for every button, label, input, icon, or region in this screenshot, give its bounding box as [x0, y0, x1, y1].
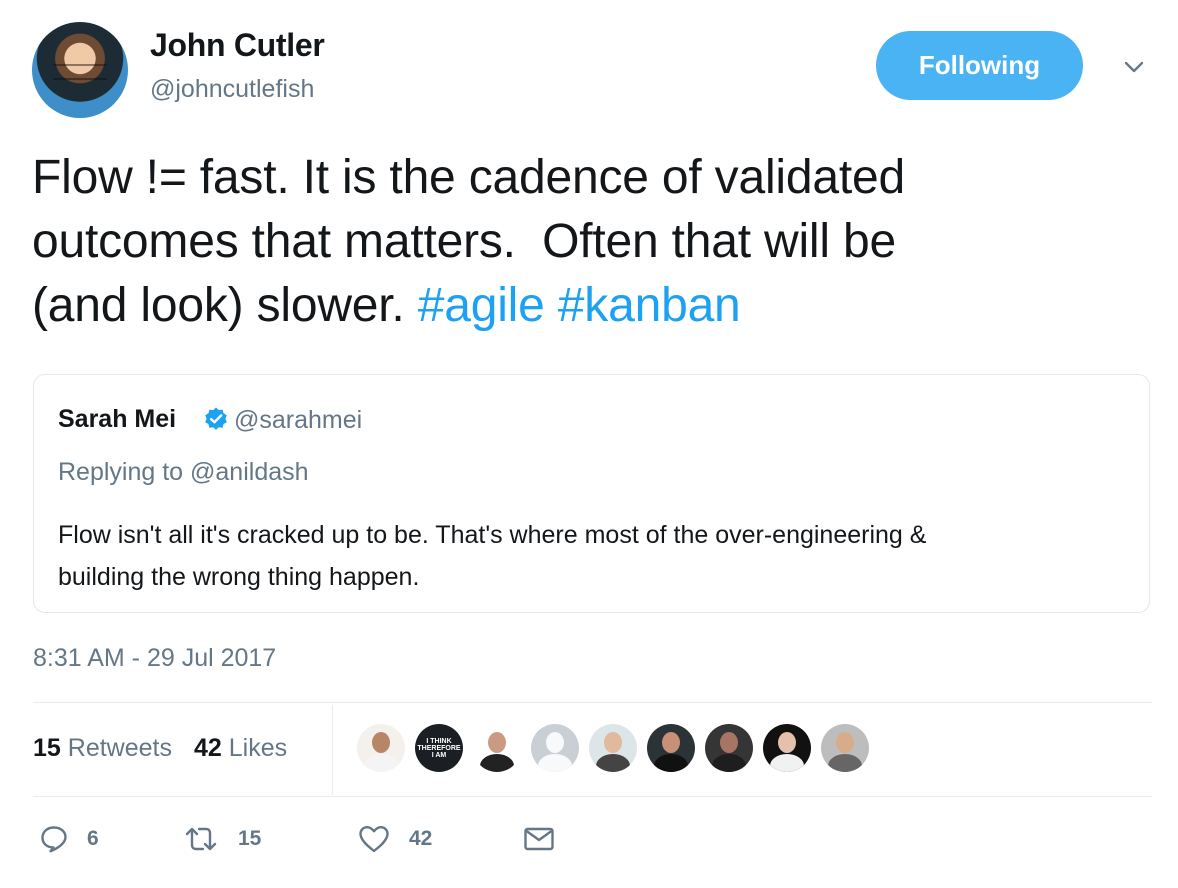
likes-stat[interactable]: 42 Likes — [194, 734, 287, 763]
tweet-actions: 6 15 42 — [39, 824, 579, 864]
tweet-timestamp[interactable]: 8:31 AM - 29 Jul 2017 — [33, 644, 276, 673]
likers-avatars: I THINK THEREFORE I AM — [357, 724, 869, 772]
author-handle[interactable]: @johncutlefish — [150, 75, 314, 104]
stats-vertical-divider — [332, 705, 333, 795]
hashtag-kanban[interactable]: #kanban — [558, 279, 741, 332]
quoted-author-name: Sarah Mei — [58, 405, 177, 433]
liker-avatar[interactable] — [589, 724, 637, 772]
reply-count: 6 — [87, 827, 99, 850]
likes-label: Likes — [228, 734, 288, 762]
liker-avatar[interactable] — [357, 724, 405, 772]
reply-icon — [41, 826, 67, 853]
heart-icon — [359, 826, 389, 853]
liker-avatar[interactable] — [473, 724, 521, 772]
tweet: John Cutler @johncutlefish Following Flo… — [0, 0, 1178, 888]
likes-count: 42 — [193, 734, 222, 762]
liker-avatar[interactable] — [705, 724, 753, 772]
verified-badge-icon — [205, 407, 227, 430]
quoted-tweet-text: Flow isn't all it's cracked up to be. Th… — [58, 521, 927, 591]
retweet-action[interactable]: 15 — [182, 824, 261, 854]
liker-avatar[interactable] — [531, 724, 579, 772]
stats-top-divider — [33, 702, 1152, 703]
retweets-stat[interactable]: 15 Retweets — [33, 734, 172, 763]
liker-avatar[interactable] — [763, 724, 811, 772]
quoted-author-handle: @sarahmei — [234, 406, 363, 434]
envelope-icon — [524, 827, 554, 851]
like-count: 42 — [409, 827, 433, 850]
author-name[interactable]: John Cutler — [150, 27, 325, 64]
avatar-think-text: I THINK THEREFORE I AM — [417, 737, 461, 759]
reply-context: Replying to @anildash — [58, 458, 309, 486]
quoted-tweet-card[interactable]: Sarah Mei @sarahmei Replying to @anildas… — [33, 374, 1150, 613]
liker-avatar[interactable]: I THINK THEREFORE I AM — [415, 724, 463, 772]
chevron-down-icon[interactable] — [1122, 55, 1146, 79]
hashtag-agile[interactable]: #agile — [418, 279, 545, 332]
like-action[interactable]: 42 — [357, 824, 432, 854]
tweet-stats: 15 Retweets 42 Likes — [33, 734, 287, 763]
author-avatar[interactable] — [32, 22, 128, 118]
liker-avatar[interactable] — [647, 724, 695, 772]
actions-top-divider — [33, 796, 1152, 797]
reply-action[interactable]: 6 — [39, 824, 99, 854]
tweet-text: Flow != fast. It is the cadence of valid… — [32, 146, 1142, 338]
retweet-icon — [185, 827, 217, 851]
retweet-count: 15 — [238, 827, 262, 850]
retweets-label: Retweets — [67, 734, 172, 762]
following-button[interactable]: Following — [876, 31, 1083, 100]
liker-avatar[interactable] — [821, 724, 869, 772]
direct-message-action[interactable] — [522, 824, 556, 854]
retweets-count: 15 — [33, 734, 61, 762]
